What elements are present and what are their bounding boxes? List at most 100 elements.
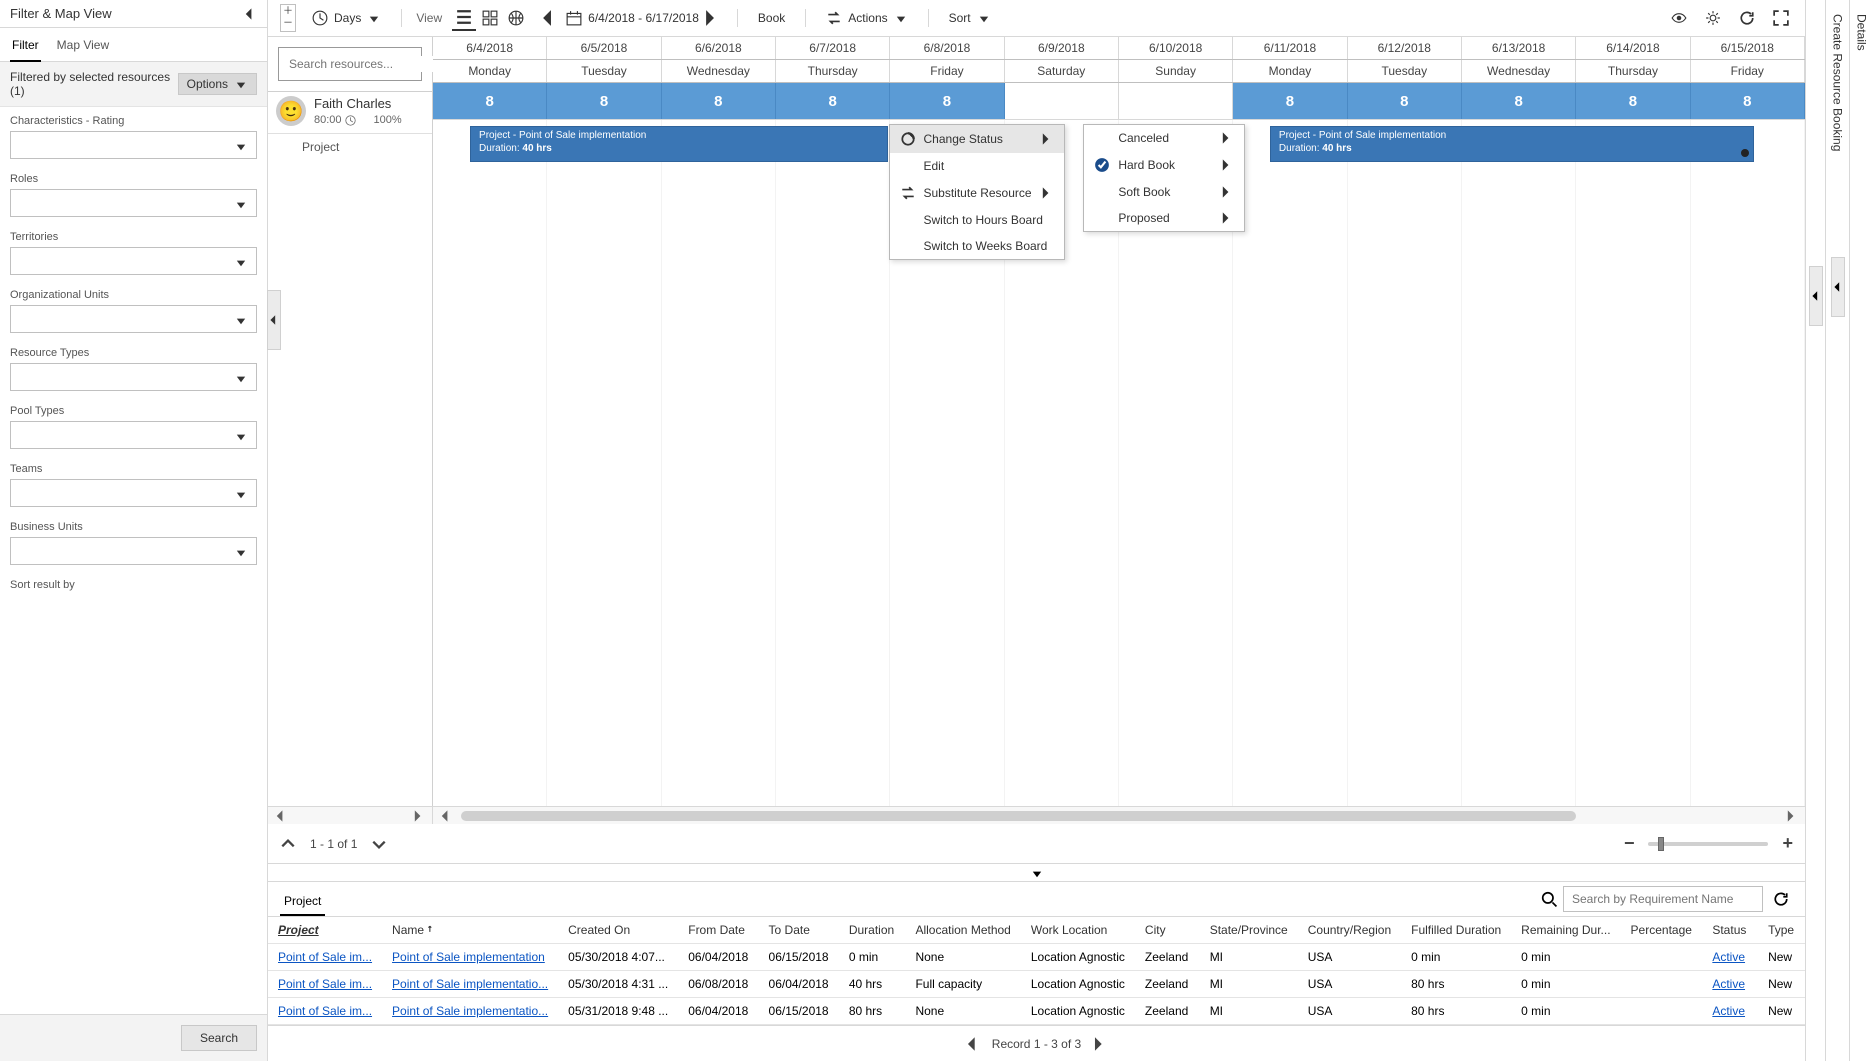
ctx-status-hard-book[interactable]: Hard Book <box>1084 151 1244 179</box>
filter-dropdown[interactable] <box>10 421 257 449</box>
status-link[interactable]: Active <box>1712 950 1745 964</box>
filter-dropdown[interactable] <box>10 131 257 159</box>
name-link[interactable]: Point of Sale implementatio... <box>392 1004 548 1018</box>
resource-hscroll[interactable] <box>268 806 433 824</box>
zoom-out-button[interactable]: − <box>1624 833 1635 854</box>
grid-header[interactable]: State/Province <box>1200 917 1298 944</box>
booking-bar[interactable]: Project - Point of Sale implementation D… <box>1270 126 1754 162</box>
time-scale-dropdown[interactable]: Days <box>306 6 387 30</box>
filter-dropdown[interactable] <box>10 537 257 565</box>
name-link[interactable]: Point of Sale implementation <box>392 950 545 964</box>
fullscreen-button[interactable] <box>1769 6 1793 30</box>
settings-button[interactable] <box>1701 6 1725 30</box>
caret-left-icon[interactable] <box>439 809 453 823</box>
date-calendar-button[interactable] <box>562 6 586 30</box>
caret-right-icon[interactable] <box>1785 809 1799 823</box>
grid-header[interactable]: Remaining Dur... <box>1511 917 1620 944</box>
table-row[interactable]: Point of Sale im... Point of Sale implem… <box>268 944 1805 971</box>
refresh-grid-button[interactable] <box>1769 887 1793 911</box>
grid-header[interactable]: Fulfilled Duration <box>1401 917 1511 944</box>
book-button[interactable]: Book <box>752 7 791 29</box>
filter-dropdown[interactable] <box>10 189 257 217</box>
filter-dropdown[interactable] <box>10 305 257 333</box>
project-link[interactable]: Point of Sale im... <box>278 1004 372 1018</box>
caret-right-icon[interactable] <box>412 809 426 823</box>
ctx-status-soft-book[interactable]: Soft Book <box>1084 179 1244 205</box>
resource-search-field[interactable] <box>287 56 446 72</box>
zoom-slider[interactable] <box>1648 842 1768 846</box>
grid-header[interactable]: Percentage <box>1621 917 1703 944</box>
table-row[interactable]: Point of Sale im... Point of Sale implem… <box>268 998 1805 1025</box>
alloc-cell[interactable] <box>1119 83 1233 119</box>
timeline-hscroll[interactable] <box>433 806 1805 824</box>
visibility-button[interactable] <box>1667 6 1691 30</box>
resource-search-input[interactable] <box>278 47 422 81</box>
view-list-button[interactable] <box>452 5 476 31</box>
ctx-change-status[interactable]: Change Status <box>890 125 1064 153</box>
sort-dropdown[interactable]: Sort <box>943 7 997 29</box>
view-grid-button[interactable] <box>478 6 502 30</box>
alloc-cell[interactable] <box>1005 83 1119 119</box>
tab-filter[interactable]: Filter <box>10 34 41 62</box>
grid-header[interactable]: Work Location <box>1021 917 1135 944</box>
tab-map-view[interactable]: Map View <box>55 34 111 61</box>
alloc-cell[interactable]: 8 <box>1576 83 1690 119</box>
status-link[interactable]: Active <box>1712 977 1745 991</box>
search-button[interactable]: Search <box>181 1025 257 1051</box>
ctx-status-proposed[interactable]: Proposed <box>1084 205 1244 231</box>
grid-header[interactable]: Country/Region <box>1298 917 1401 944</box>
grid-header[interactable]: Allocation Method <box>905 917 1020 944</box>
grid-header[interactable]: City <box>1135 917 1200 944</box>
caret-left-icon[interactable] <box>274 809 288 823</box>
options-button[interactable]: Options <box>178 73 257 95</box>
alloc-cell[interactable]: 8 <box>1462 83 1576 119</box>
resource-group-label[interactable]: Project <box>268 134 432 160</box>
project-link[interactable]: Point of Sale im... <box>278 977 372 991</box>
resource-row[interactable]: 🙂 Faith Charles 80:00 100% <box>268 92 432 134</box>
date-next-button[interactable] <box>701 7 723 29</box>
ctx-edit[interactable]: Edit <box>890 153 1064 179</box>
project-link[interactable]: Point of Sale im... <box>278 950 372 964</box>
right-rail-create-booking-label[interactable]: Create Resource Booking <box>1825 0 1849 1061</box>
ctx-hours-board[interactable]: Switch to Hours Board <box>890 207 1064 233</box>
view-map-button[interactable] <box>504 6 528 30</box>
grid-header[interactable]: Name <box>382 917 558 944</box>
grid-header[interactable]: Duration <box>839 917 906 944</box>
record-prev-button[interactable] <box>964 1035 981 1052</box>
expand-collapse-rows[interactable]: ＋－ <box>280 4 296 32</box>
grid-header[interactable]: To Date <box>759 917 839 944</box>
grid-header[interactable]: Project <box>268 917 382 944</box>
alloc-cell[interactable]: 8 <box>1348 83 1462 119</box>
grid-header[interactable]: Created On <box>558 917 678 944</box>
ctx-status-canceled[interactable]: Canceled <box>1084 125 1244 151</box>
actions-dropdown[interactable]: Actions <box>820 6 913 30</box>
tab-project[interactable]: Project <box>280 890 325 916</box>
rail-collapse-handle-2[interactable] <box>1831 257 1845 317</box>
requirement-search-input[interactable] <box>1563 886 1763 912</box>
grid-header[interactable]: Status <box>1702 917 1758 944</box>
page-up-button[interactable] <box>280 836 296 852</box>
search-icon[interactable] <box>1541 891 1557 907</box>
status-link[interactable]: Active <box>1712 1004 1745 1018</box>
ctx-substitute[interactable]: Substitute Resource <box>890 179 1064 207</box>
grid-header[interactable]: Type <box>1758 917 1805 944</box>
alloc-cell[interactable]: 8 <box>890 83 1004 119</box>
zoom-in-button[interactable]: + <box>1782 833 1793 854</box>
rail-collapse-handle[interactable] <box>1809 266 1823 326</box>
scroll-thumb[interactable] <box>461 811 1576 821</box>
sidebar-collapse-icon[interactable] <box>243 7 257 21</box>
table-row[interactable]: Point of Sale im... Point of Sale implem… <box>268 971 1805 998</box>
right-rail-details[interactable]: Details <box>1849 0 1873 1061</box>
alloc-cell[interactable]: 8 <box>776 83 890 119</box>
panel-split-handle[interactable] <box>268 864 1805 882</box>
alloc-cell[interactable]: 8 <box>1233 83 1347 119</box>
filter-dropdown[interactable] <box>10 479 257 507</box>
refresh-button[interactable] <box>1735 6 1759 30</box>
filter-dropdown[interactable] <box>10 247 257 275</box>
date-prev-button[interactable] <box>538 7 560 29</box>
grid-header[interactable]: From Date <box>678 917 758 944</box>
filter-dropdown[interactable] <box>10 363 257 391</box>
sidebar-edge-handle[interactable] <box>267 290 281 350</box>
name-link[interactable]: Point of Sale implementatio... <box>392 977 548 991</box>
alloc-cell[interactable]: 8 <box>662 83 776 119</box>
